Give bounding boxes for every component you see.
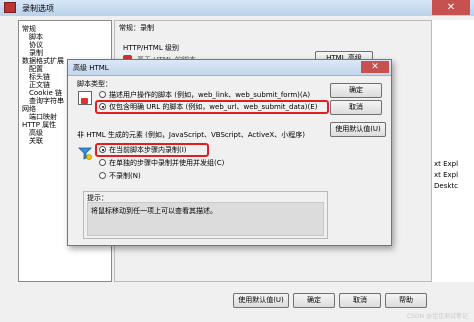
option-explicit-url-script[interactable]: 仅包含明确 URL 的脚本 (例如，web_url、web_submit_dat… — [109, 102, 317, 112]
help-button[interactable]: 帮助 — [385, 293, 427, 308]
window-title: 录制选项 — [22, 4, 54, 13]
list-item: xt Expl — [434, 160, 459, 168]
tree-item-general[interactable]: 常规 — [22, 25, 36, 33]
tree-item-data-format[interactable]: 数据格式扩展 — [22, 57, 64, 65]
tree-item-http-properties[interactable]: HTTP 属性 — [22, 121, 56, 129]
hint-description: 将鼠标移动到任一项上可以查看其描述。 — [87, 202, 324, 236]
modal-cancel-button[interactable]: 取消 — [330, 100, 382, 115]
watermark: CSDN @佳佳测试笔记 — [406, 313, 468, 320]
tree-item-protocol[interactable]: 协议 — [29, 41, 43, 49]
use-default-button[interactable]: 使用默认值(U) — [233, 293, 289, 308]
tree-item-port-mapping[interactable]: 端口映射 — [29, 113, 57, 121]
tree-item-query-string[interactable]: 查询字符串 — [29, 97, 64, 105]
radio-record-separate-step[interactable] — [99, 159, 106, 166]
tree-item-config[interactable]: 配置 — [29, 65, 43, 73]
tree-item-advanced[interactable]: 高级 — [29, 129, 43, 137]
window-title-bar: 录制选项 ✕ — [0, 0, 474, 17]
list-item: xt Expl — [434, 171, 459, 179]
radio-do-not-record[interactable] — [99, 172, 106, 179]
script-type-label: 脚本类型： — [77, 80, 112, 88]
cancel-button[interactable]: 取消 — [339, 293, 381, 308]
option-record-current-step[interactable]: 在当前脚本步骤内录制(I) — [109, 145, 187, 155]
option-user-action-script[interactable]: 描述用户操作的脚本 (例如，web_link、web_submit_form)(… — [109, 90, 310, 100]
option-record-separate-step[interactable]: 在单独的步骤中录制并使用并发组(C) — [109, 158, 224, 168]
tree-item-correlation[interactable]: 关联 — [29, 137, 43, 145]
http-level-label: HTTP/HTML 级别 — [123, 44, 179, 52]
window-close-button[interactable]: ✕ — [432, 0, 470, 15]
pane-header: 常规：录制 — [119, 24, 154, 32]
modal-title-bar: 高级 HTML ✕ — [68, 60, 391, 76]
script-page-icon — [78, 91, 92, 105]
hint-text: 将鼠标移动到任一项上可以查看其描述。 — [91, 207, 217, 215]
non-html-elements-label: 非 HTML 生成的元素 (例如，JavaScript、VBScript、Act… — [77, 131, 305, 139]
ok-button[interactable]: 确定 — [293, 293, 335, 308]
modal-close-button[interactable]: ✕ — [361, 61, 389, 73]
modal-title: 高级 HTML — [73, 64, 109, 72]
tree-item-body-chain[interactable]: 正文链 — [29, 81, 50, 89]
radio-user-action-script[interactable] — [99, 91, 106, 98]
app-icon — [4, 2, 16, 13]
advanced-html-dialog: 高级 HTML ✕ 脚本类型： 描述用户操作的脚本 (例如，web_link、w… — [67, 59, 392, 246]
radio-explicit-url-script[interactable] — [99, 103, 106, 110]
filter-icon — [78, 146, 92, 160]
list-item: Desktc — [434, 182, 458, 190]
tree-item-recording[interactable]: 录制 — [29, 49, 43, 57]
radio-record-current-step[interactable] — [99, 146, 106, 153]
tree-item-script[interactable]: 脚本 — [29, 33, 43, 41]
option-do-not-record[interactable]: 不录制(N) — [109, 171, 141, 181]
tree-item-header-chain[interactable]: 标头链 — [29, 73, 50, 81]
tree-item-cookie-chain[interactable]: Cookie 链 — [29, 89, 62, 97]
background-list: xt Expl xt Expl Desktc — [432, 20, 474, 282]
modal-use-default-button[interactable]: 使用默认值(U) — [330, 122, 386, 137]
hint-box: 提示： 将鼠标移动到任一项上可以查看其描述。 — [83, 191, 328, 239]
modal-ok-button[interactable]: 确定 — [330, 83, 382, 98]
tree-item-network[interactable]: 网络 — [22, 105, 36, 113]
